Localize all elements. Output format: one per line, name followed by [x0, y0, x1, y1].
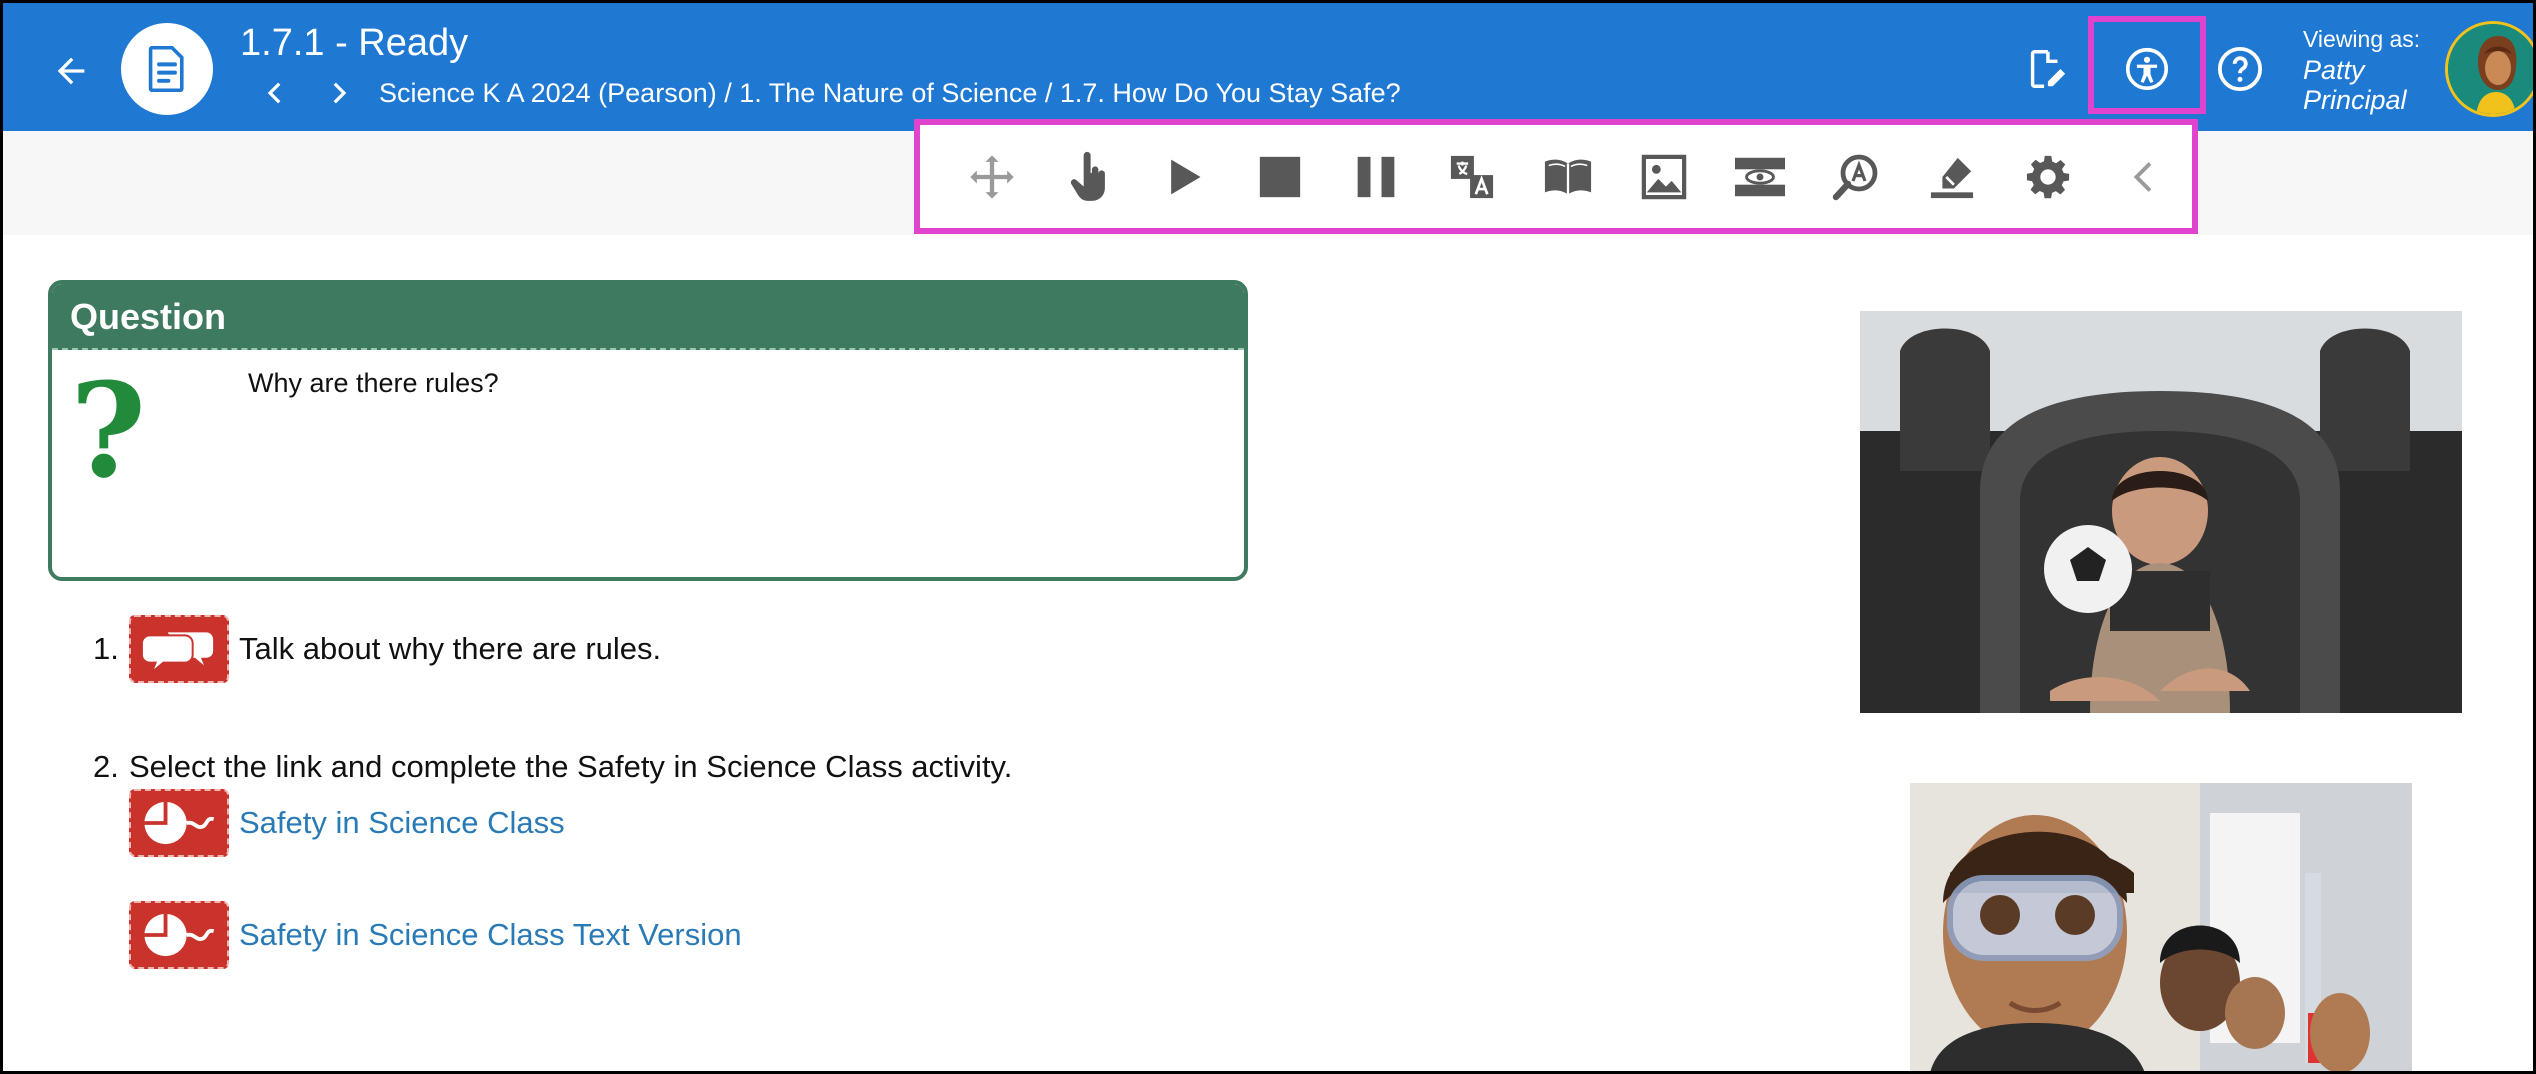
translate-button[interactable]	[1424, 137, 1520, 217]
interactive-badge	[129, 901, 229, 969]
safety-activity-link[interactable]: Safety in Science Class	[239, 805, 565, 841]
edit-button[interactable]	[2016, 39, 2076, 99]
previous-lesson-button[interactable]	[255, 73, 295, 113]
viewer-name: Patty Principal	[2303, 55, 2407, 115]
dictionary-icon	[1544, 159, 1592, 194]
user-avatar-image	[2448, 24, 2533, 114]
activity-link-row[interactable]: Safety in Science Class Text Version	[129, 901, 742, 969]
screen-mask-icon	[1735, 157, 1785, 196]
collapse-toolbar-button[interactable]	[2096, 137, 2192, 217]
highlighter-button[interactable]	[1904, 137, 2000, 217]
page-title: 1.7.1 - Ready	[240, 22, 469, 64]
settings-icon	[2026, 155, 2070, 198]
top-header: 1.7.1 - Ready Science K A 2024 (Pearson)…	[3, 3, 2533, 131]
translate-icon	[1450, 155, 1494, 198]
question-text: Why are there rules?	[248, 368, 499, 398]
safety-text-version-link[interactable]: Safety in Science Class Text Version	[239, 917, 742, 953]
help-button[interactable]	[2210, 39, 2270, 99]
list-item-number: 2.	[93, 749, 119, 784]
help-icon	[2217, 46, 2263, 92]
move-toolbar-button[interactable]	[944, 137, 1040, 217]
picture-dictionary-button[interactable]	[1616, 137, 1712, 217]
collapse-icon	[2133, 161, 2152, 192]
chevron-left-icon	[267, 82, 281, 104]
chevron-right-icon	[333, 82, 347, 104]
discuss-badge	[129, 615, 229, 683]
settings-button[interactable]	[2000, 137, 2096, 217]
next-lesson-button[interactable]	[319, 73, 359, 113]
list-item: 1. Talk about why there are rules.	[93, 615, 661, 683]
stop-button[interactable]	[1232, 137, 1328, 217]
question-heading: Question	[52, 284, 1244, 350]
pointer-hand-icon	[1070, 151, 1105, 201]
list-item-text: Select the link and complete the Safety …	[129, 749, 1013, 784]
list-item-text: Talk about why there are rules.	[239, 631, 662, 666]
screen-mask-button[interactable]	[1712, 137, 1808, 217]
move-icon	[970, 154, 1014, 199]
question-mark-icon: ?	[70, 354, 147, 507]
accessibility-button[interactable]	[2117, 39, 2177, 99]
back-button[interactable]	[43, 43, 99, 99]
dictionary-button[interactable]	[1520, 137, 1616, 217]
accessibility-icon	[2125, 47, 2169, 91]
magnifier-icon	[1832, 154, 1878, 200]
speech-bubbles-icon	[140, 630, 216, 673]
edit-document-icon	[2030, 50, 2066, 88]
play-button[interactable]	[1136, 137, 1232, 217]
pause-button[interactable]	[1328, 137, 1424, 217]
baby-car-seat-photo	[1860, 311, 2462, 713]
boy-safety-goggles-photo	[1910, 783, 2412, 1071]
app-frame: 1.7.1 - Ready Science K A 2024 (Pearson)…	[3, 3, 2533, 1071]
document-icon	[148, 46, 184, 92]
mouse-icon	[144, 913, 215, 957]
breadcrumb[interactable]: Science K A 2024 (Pearson) / 1. The Natu…	[379, 75, 1401, 111]
avatar[interactable]	[2445, 21, 2533, 117]
interactive-badge	[129, 789, 229, 857]
mouse-icon	[144, 801, 215, 845]
stop-icon	[1259, 156, 1301, 197]
viewing-as-label: Viewing as:	[2303, 26, 2421, 52]
highlighter-icon	[1930, 157, 1974, 198]
back-arrow-icon	[57, 57, 85, 85]
pause-icon	[1357, 156, 1395, 197]
reading-toolbar	[914, 119, 2198, 234]
lesson-document-button[interactable]	[121, 23, 213, 115]
play-icon	[1171, 159, 1201, 194]
activity-link-row[interactable]: Safety in Science Class	[129, 789, 565, 857]
picture-dictionary-icon	[1641, 154, 1687, 199]
magnifier-button[interactable]	[1808, 137, 1904, 217]
question-card: Question ? Why are there rules?	[48, 280, 1248, 581]
list-item-number: 1.	[93, 631, 119, 666]
list-item: 2. Select the link and complete the Safe…	[93, 749, 1012, 785]
click-to-speak-button[interactable]	[1040, 137, 1136, 217]
